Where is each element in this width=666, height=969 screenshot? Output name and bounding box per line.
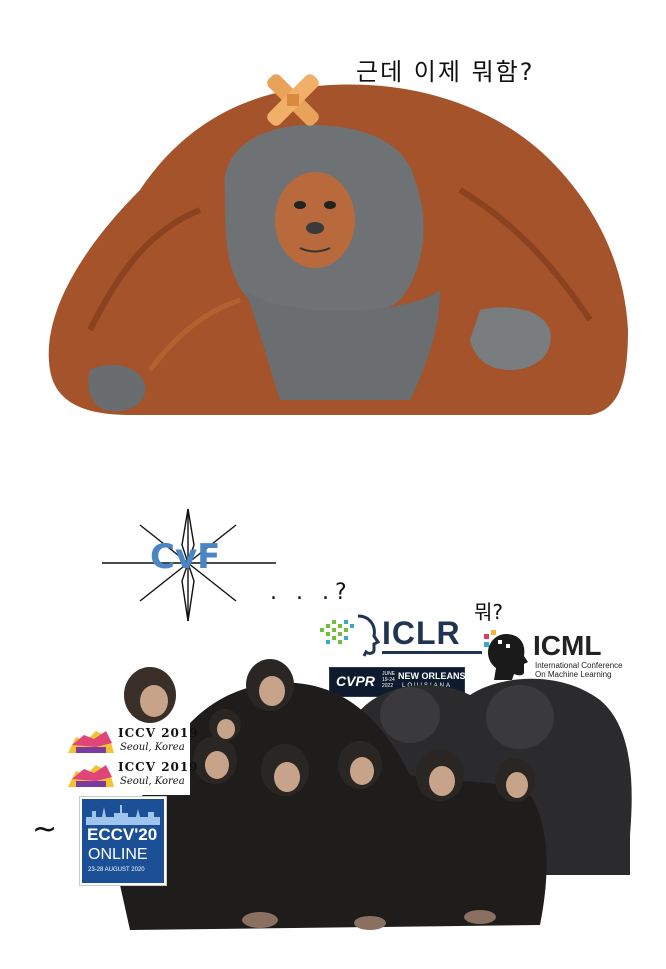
orangutan-image [48, 74, 629, 416]
eccv-title: ECCV'20 [87, 825, 158, 844]
eccv-badge: ECCV'20 ONLINE 23-28 AUGUST 2020 [80, 797, 166, 885]
eccv-dates: 23-28 AUGUST 2020 [88, 867, 145, 873]
tilde-mark: ~ [32, 812, 58, 847]
iccv-location: Seoul, Korea [120, 742, 185, 753]
iccv-badge: ICCV 2019 Seoul, Korea [64, 723, 198, 761]
iccv-badge: ICCV 2019 Seoul, Korea [64, 757, 198, 795]
eccv-subtitle: ONLINE [88, 846, 148, 863]
iccv-gate-icon [68, 765, 114, 787]
iclr-underline [382, 651, 482, 654]
iccv-name: ICCV 2019 [118, 760, 199, 774]
cvf-logo: CvF [150, 537, 221, 577]
iclr-logo: ICLR [382, 615, 461, 651]
iccv-name: ICCV 2019 [118, 726, 199, 740]
iccv-gate-icon [68, 731, 114, 753]
ape-group-image [120, 659, 632, 930]
dots-question: . . .? [270, 580, 353, 605]
skyline-icon [86, 805, 160, 825]
what-question: 뭐? [474, 600, 504, 624]
iccv-location: Seoul, Korea [120, 776, 185, 787]
iclr-face-icon [357, 614, 380, 657]
orangutan-hand [470, 307, 551, 370]
